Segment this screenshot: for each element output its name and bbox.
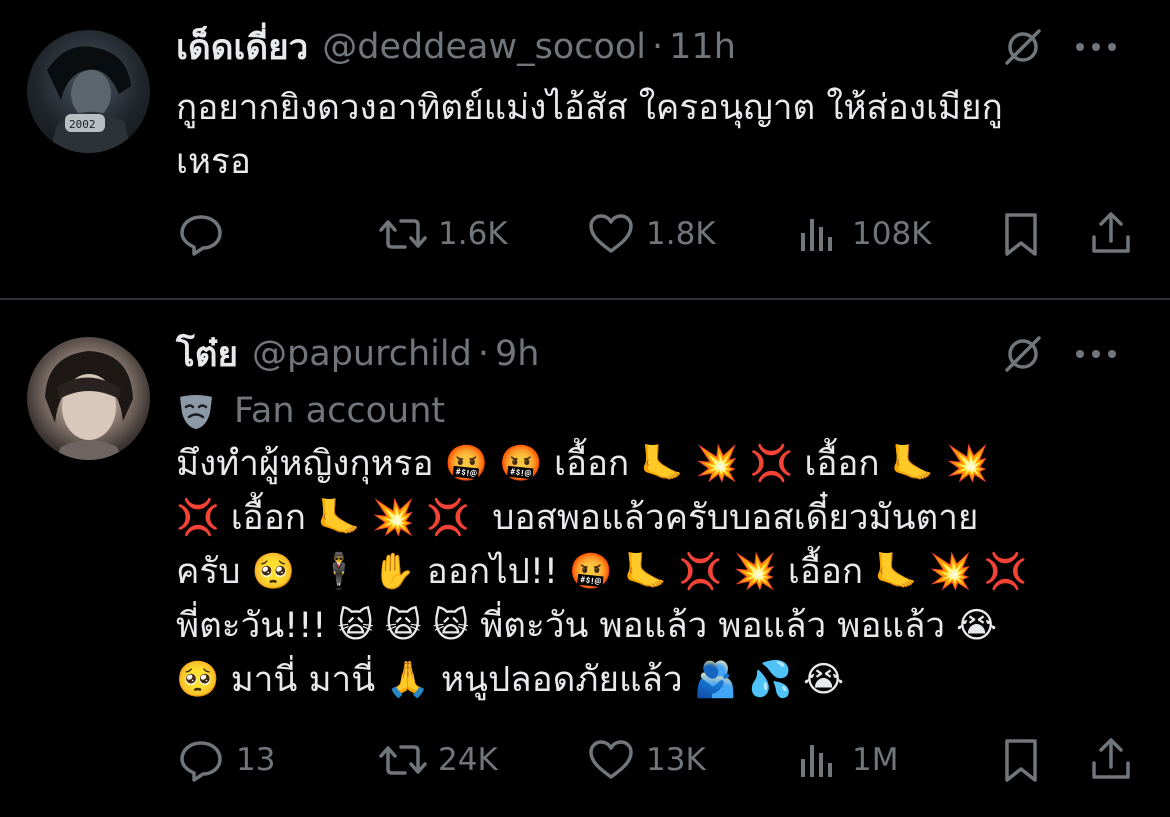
like-count: 13K: [646, 742, 706, 778]
tweet-actions: 13 24K 13K 1M: [176, 730, 1140, 790]
share-button[interactable]: [1086, 204, 1136, 264]
views-button[interactable]: 1M: [792, 730, 898, 790]
more-options-icon[interactable]: [1074, 348, 1118, 360]
user-handle[interactable]: @deddeaw_socool: [322, 27, 646, 67]
like-button[interactable]: 13K: [586, 730, 706, 790]
bookmark-button[interactable]: [996, 730, 1046, 790]
tweet[interactable]: โต๋ย @papurchild · 9h Fan account มึงทำผ…: [0, 300, 1170, 817]
theater-mask-icon: [180, 395, 212, 429]
badge-label: Fan account: [234, 391, 446, 431]
timestamp[interactable]: 9h: [495, 334, 539, 374]
views-button[interactable]: 108K: [792, 204, 932, 264]
tweet-header: เด็ดเดี่ยว @deddeaw_socool · 11h: [176, 17, 1140, 77]
like-button[interactable]: 1.8K: [586, 204, 716, 264]
share-button[interactable]: [1086, 730, 1136, 790]
like-count: 1.8K: [646, 216, 716, 252]
heart-outline-icon: [589, 740, 633, 779]
retweet-arrows-icon: [379, 219, 427, 249]
bookmark-icon: [1005, 213, 1037, 256]
avatar[interactable]: [27, 337, 150, 460]
bookmark-icon: [1005, 739, 1037, 782]
svg-text:2002: 2002: [69, 118, 96, 131]
retweet-arrows-icon: [379, 745, 427, 775]
tweet-text: กูอยากยิงดวงอาทิตย์แม่งไอ้สัส ใครอนุญาต …: [176, 88, 1003, 182]
user-handle[interactable]: @papurchild: [252, 334, 472, 374]
retweet-count: 24K: [438, 742, 498, 778]
reply-button[interactable]: 13: [176, 730, 275, 790]
tweet-actions: 1.6K 1.8K 108K: [176, 204, 1140, 264]
speech-bubble-icon: [180, 215, 222, 256]
heart-outline-icon: [589, 214, 633, 253]
retweet-button[interactable]: 24K: [378, 730, 498, 790]
view-count: 108K: [852, 216, 932, 252]
bookmark-button[interactable]: [996, 204, 1046, 264]
fan-account-badge: Fan account: [176, 387, 445, 435]
bar-chart-icon: [801, 219, 832, 251]
tweet[interactable]: 2002 เด็ดเดี่ยว @deddeaw_socool · 11h กู…: [0, 0, 1170, 298]
grok-icon[interactable]: [1002, 333, 1044, 375]
reply-button[interactable]: [176, 204, 236, 264]
reply-count: 13: [236, 742, 276, 778]
display-name[interactable]: โต๋ย: [176, 327, 238, 382]
view-count: 1M: [852, 742, 899, 778]
timestamp[interactable]: 11h: [669, 27, 736, 67]
tweet-text: มึงทำผู้หญิงกุหรอ 🤬 🤬 เอื้อก 🦶 💥 💢 เอื้อ…: [176, 444, 1028, 700]
speech-bubble-icon: [180, 741, 222, 782]
retweet-count: 1.6K: [438, 216, 508, 252]
share-upload-icon: [1092, 212, 1130, 253]
avatar-image: [45, 351, 133, 460]
timeline-feed: 2002 เด็ดเดี่ยว @deddeaw_socool · 11h กู…: [0, 0, 1170, 817]
avatar[interactable]: 2002: [27, 30, 150, 153]
display-name[interactable]: เด็ดเดี่ยว: [176, 20, 308, 75]
avatar-image: 2002: [47, 46, 131, 153]
tweet-header: โต๋ย @papurchild · 9h: [176, 324, 1140, 384]
retweet-button[interactable]: 1.6K: [378, 204, 508, 264]
grok-icon[interactable]: [1002, 26, 1044, 68]
more-options-icon[interactable]: [1074, 41, 1118, 53]
separator-dot: ·: [477, 334, 489, 374]
separator-dot: ·: [652, 27, 664, 67]
bar-chart-icon: [801, 745, 832, 777]
share-upload-icon: [1092, 738, 1130, 779]
